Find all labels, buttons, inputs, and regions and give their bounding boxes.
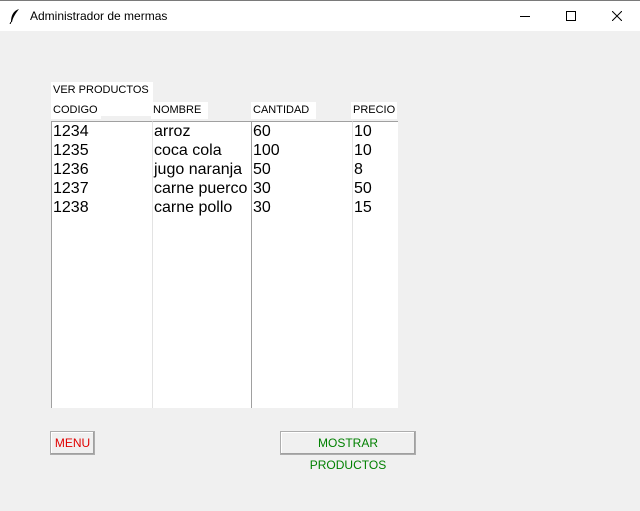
header-nombre: NOMBRE: [151, 102, 208, 119]
nombre-listbox[interactable]: arroz coca cola jugo naranja carne puerc…: [152, 121, 251, 408]
menu-button[interactable]: MENU: [50, 431, 95, 455]
list-item[interactable]: carne pollo: [153, 198, 251, 217]
list-item[interactable]: 1237: [52, 179, 152, 198]
close-button[interactable]: [594, 1, 640, 31]
minimize-button[interactable]: [502, 1, 548, 31]
maximize-button[interactable]: [548, 1, 594, 31]
list-item[interactable]: 10: [353, 122, 398, 141]
list-item[interactable]: 30: [252, 198, 352, 217]
list-item[interactable]: 8: [353, 160, 398, 179]
minimize-icon: [520, 16, 530, 17]
list-item[interactable]: 1235: [52, 141, 152, 160]
header-precio: PRECIO: [351, 102, 397, 119]
list-item[interactable]: arroz: [153, 122, 251, 141]
title-bar: Administrador de mermas: [0, 0, 640, 31]
list-item[interactable]: 50: [252, 160, 352, 179]
list-item[interactable]: 10: [353, 141, 398, 160]
list-item[interactable]: coca cola: [153, 141, 251, 160]
header-cantidad: CANTIDAD: [251, 102, 316, 119]
list-item[interactable]: 60: [252, 122, 352, 141]
list-item[interactable]: carne puerco: [153, 179, 251, 198]
maximize-icon: [566, 11, 576, 21]
mostrar-productos-button[interactable]: MOSTRAR PRODUCTOS: [280, 431, 416, 472]
close-icon: [612, 11, 622, 21]
window-title: Administrador de mermas: [30, 9, 168, 23]
list-item[interactable]: 50: [353, 179, 398, 198]
list-item[interactable]: jugo naranja: [153, 160, 251, 179]
list-item[interactable]: 30: [252, 179, 352, 198]
list-item[interactable]: 1236: [52, 160, 152, 179]
list-item[interactable]: 1238: [52, 198, 152, 217]
feather-icon: [9, 8, 21, 25]
list-item[interactable]: 1234: [52, 122, 152, 141]
header-codigo: CODIGO: [51, 102, 101, 119]
list-item[interactable]: 100: [252, 141, 352, 160]
precio-listbox[interactable]: 10 10 8 50 15: [352, 121, 398, 408]
list-item[interactable]: 15: [353, 198, 398, 217]
cantidad-listbox[interactable]: 60 100 50 30 30: [251, 121, 352, 408]
codigo-listbox[interactable]: 1234 1235 1236 1237 1238: [51, 121, 152, 408]
